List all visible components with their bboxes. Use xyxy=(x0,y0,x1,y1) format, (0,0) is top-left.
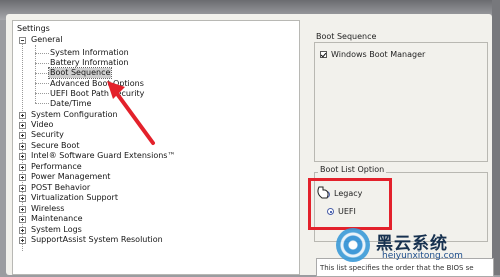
windows-boot-manager-checkbox[interactable] xyxy=(320,51,327,58)
tree-connector xyxy=(35,63,49,64)
tree-connector xyxy=(35,83,49,84)
annotation-arrow-icon xyxy=(107,81,155,145)
expand-icon[interactable] xyxy=(19,112,26,119)
tree-connector xyxy=(35,73,49,74)
expand-icon[interactable] xyxy=(19,216,26,223)
tree-item-virtualization-support[interactable]: Virtualization Support xyxy=(31,193,118,203)
tree-item-battery-information[interactable]: Battery Information xyxy=(50,58,128,68)
watermark-logo-icon xyxy=(336,228,370,262)
monitor-bezel-right xyxy=(492,0,500,275)
tree-item-power-management[interactable]: Power Management xyxy=(31,172,110,182)
watermark-url: heiyunxitong.com xyxy=(382,251,463,261)
tree-item-date-time[interactable]: Date/Time xyxy=(50,99,91,109)
tree-connector xyxy=(35,93,49,94)
help-text: This list specifies the order that the B… xyxy=(320,264,474,272)
expand-icon[interactable] xyxy=(19,195,26,202)
tree-item-system-logs[interactable]: System Logs xyxy=(31,225,82,235)
boot-list-option-title: Boot List Option xyxy=(318,165,387,174)
boot-sequence-title: Boot Sequence xyxy=(316,32,377,41)
tree-item-video[interactable]: Video xyxy=(31,120,53,130)
expand-icon[interactable] xyxy=(19,164,26,171)
tree-item-general[interactable]: General xyxy=(31,35,63,45)
settings-tree-panel: Settings General System Information Batt… xyxy=(12,20,300,275)
tree-item-secure-boot[interactable]: Secure Boot xyxy=(31,141,79,151)
expand-icon[interactable] xyxy=(19,237,26,244)
tree-item-system-information[interactable]: System Information xyxy=(50,48,129,58)
tree-connector xyxy=(35,53,49,54)
tree-item-boot-sequence[interactable]: Boot Sequence xyxy=(47,67,113,79)
tree-connector xyxy=(35,103,49,104)
expand-icon[interactable] xyxy=(19,185,26,192)
expand-icon[interactable] xyxy=(19,153,26,160)
tree-item-performance[interactable]: Performance xyxy=(31,162,82,172)
tree-item-maintenance[interactable]: Maintenance xyxy=(31,214,83,224)
tree-item-wireless[interactable]: Wireless xyxy=(31,204,64,214)
annotation-highlight-box xyxy=(308,178,392,230)
tree-item-security[interactable]: Security xyxy=(31,130,64,140)
tree-item-supportassist[interactable]: SupportAssist System Resolution xyxy=(31,235,163,245)
tree-title: Settings xyxy=(17,24,50,33)
tree-item-intel-sgx[interactable]: Intel® Software Guard Extensions™ xyxy=(31,151,175,161)
expand-icon[interactable] xyxy=(19,227,26,234)
collapse-icon[interactable] xyxy=(19,37,26,44)
expand-icon[interactable] xyxy=(19,206,26,213)
boot-sequence-list xyxy=(314,42,488,162)
windows-boot-manager-label[interactable]: Windows Boot Manager xyxy=(331,50,425,59)
expand-icon[interactable] xyxy=(19,132,26,139)
expand-icon[interactable] xyxy=(19,143,26,150)
tree-item-post-behavior[interactable]: POST Behavior xyxy=(31,183,90,193)
expand-icon[interactable] xyxy=(19,174,26,181)
expand-icon[interactable] xyxy=(19,122,26,129)
